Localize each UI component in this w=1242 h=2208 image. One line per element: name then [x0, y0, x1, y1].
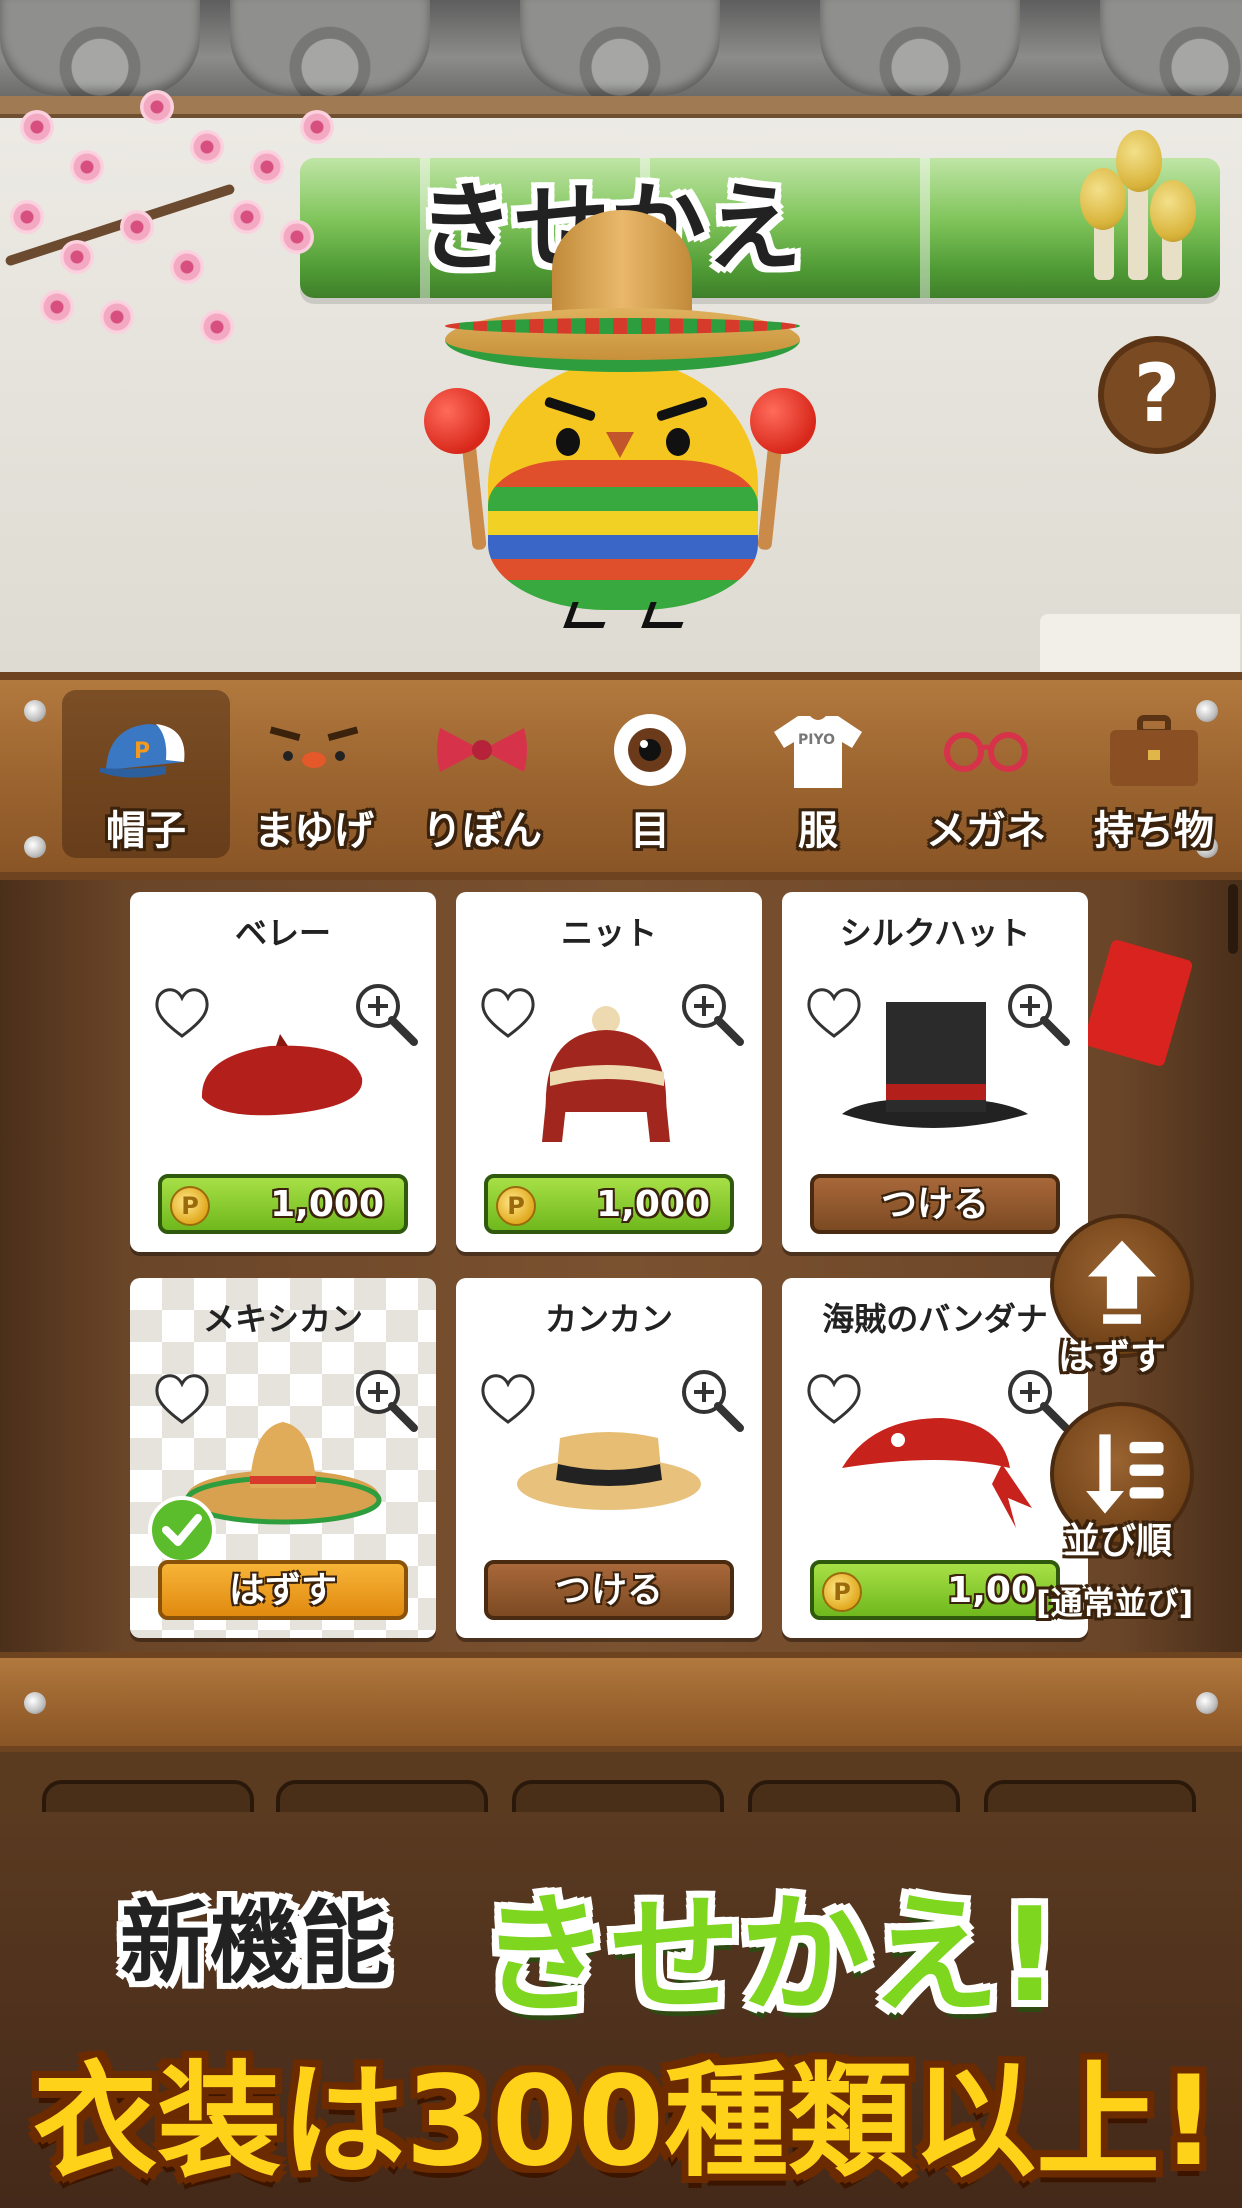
remove-all-label: はずす: [1058, 1337, 1167, 1378]
poncho: [488, 460, 758, 610]
wall-sign: [1040, 614, 1240, 672]
promo-dressup: きせかえ!: [480, 1879, 1060, 2031]
bottom-plank: [0, 1652, 1242, 1752]
coin-icon: P: [170, 1186, 210, 1226]
sort-label: 並び順: [1064, 1521, 1173, 1562]
eye-icon: [614, 714, 686, 786]
remove-button[interactable]: はずす: [158, 1560, 408, 1620]
item-name: メキシカン: [202, 1300, 363, 1338]
item-name: 海賊のバンダナ: [822, 1300, 1048, 1338]
coin-icon: P: [496, 1186, 536, 1226]
left-maraca: [424, 388, 490, 454]
coin-icon: P: [822, 1572, 862, 1612]
tab-eyebrows[interactable]: まゆげ: [230, 690, 398, 858]
bandana-icon: [842, 1418, 1032, 1528]
equipped-check-icon: [148, 1496, 216, 1564]
item-card-knit[interactable]: ニット P 1,000: [456, 892, 762, 1252]
preview-scene: きせかえ ?: [0, 0, 1242, 672]
briefcase-icon: [1110, 715, 1198, 786]
item-scrollbar[interactable]: [1228, 884, 1238, 954]
boater-hat-icon: [517, 1432, 701, 1510]
top-hat-icon: [842, 1002, 1028, 1128]
glasses-icon: [944, 732, 1028, 772]
help-button[interactable]: ?: [1098, 336, 1216, 454]
promo-costume-count: 衣装は300種類以上!: [33, 2050, 1217, 2194]
item-card-boater[interactable]: カンカン つける: [456, 1278, 762, 1638]
eyebrows-icon: [269, 726, 359, 768]
item-card-silk-hat[interactable]: シルクハット つける: [782, 892, 1088, 1252]
right-maraca: [750, 388, 816, 454]
item-card-mexican[interactable]: メキシカン はずす: [130, 1278, 436, 1638]
wear-button[interactable]: つける: [810, 1174, 1060, 1234]
roof: [0, 0, 1242, 96]
item-name: ベレー: [234, 914, 331, 952]
svg-text:PIYO: PIYO: [798, 732, 835, 748]
buy-button[interactable]: P 1,000: [158, 1174, 408, 1234]
ribbon-icon: [437, 728, 527, 772]
item-name: ニット: [560, 914, 657, 952]
item-card-beret[interactable]: ベレー P 1,000: [130, 892, 436, 1252]
tab-hat[interactable]: P 帽子: [62, 690, 230, 858]
beret-icon: [201, 1034, 363, 1116]
knit-cap-icon: [542, 1006, 670, 1142]
shirt-icon: PIYO: [774, 716, 862, 788]
promo-new-feature: 新機能: [120, 1891, 390, 1996]
item-name: カンカン: [544, 1300, 673, 1338]
tab-ribbon[interactable]: りぼん: [398, 690, 566, 858]
tab-eyes[interactable]: 目: [566, 690, 734, 858]
buy-button[interactable]: P 1,000: [484, 1174, 734, 1234]
sort-mode-label: [通常並び]: [1036, 1584, 1194, 1622]
tab-belongings[interactable]: 持ち物: [1070, 690, 1220, 858]
cap-icon: P: [100, 724, 185, 778]
tab-glasses[interactable]: メガネ: [902, 690, 1070, 858]
svg-text:P: P: [134, 739, 150, 764]
tab-clothes[interactable]: PIYO 服: [734, 690, 902, 858]
buy-button[interactable]: P 1,00: [810, 1560, 1060, 1620]
item-name: シルクハット: [839, 914, 1031, 952]
wear-button[interactable]: つける: [484, 1560, 734, 1620]
